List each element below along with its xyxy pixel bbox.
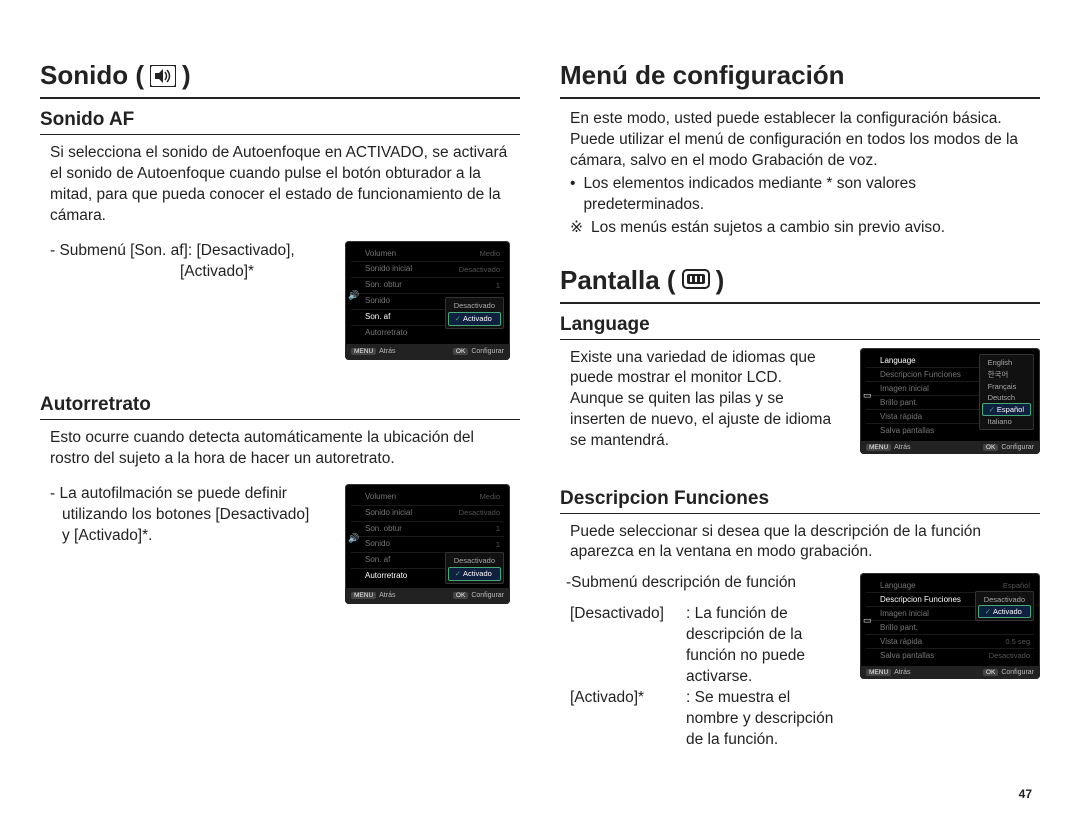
menu-config-note: ※ Los menús están sujetos a cambio sin p… xyxy=(560,218,1040,239)
bullet-icon: • xyxy=(570,174,575,216)
display-icon: ▭ xyxy=(863,615,872,626)
autorretrato-title: Autorretrato xyxy=(40,394,520,420)
lcd-popup-option: ✓Español xyxy=(982,403,1031,416)
pantalla-title-close: ) xyxy=(716,265,725,296)
lcd-popup-option: ✓Activado xyxy=(448,567,501,581)
left-column: Sonido ( ) Sonido AF Si selecciona el so… xyxy=(40,60,520,751)
lcd-language: ▭ LanguageDescripcion FuncionesImagen in… xyxy=(860,348,1040,454)
sonido-af-body: Si selecciona el sonido de Autoenfoque e… xyxy=(40,143,520,227)
page-number: 47 xyxy=(1019,787,1032,801)
lcd-footer: MENUAtrás OKConfigurar xyxy=(345,588,510,604)
sonido-title-close: ) xyxy=(182,60,191,91)
lcd-popup-option: Desactivado xyxy=(978,594,1031,605)
sound-icon: 🔊 xyxy=(348,289,359,301)
lcd-popup: English한국어FrançaisDeutsch✓EspañolItalian… xyxy=(979,354,1034,430)
lcd-menu-row: Sonido inicialDesactivado xyxy=(351,505,504,521)
autorretrato-submenu: - La autofilmación se puede definir util… xyxy=(50,484,331,547)
lcd-menu-row: VolumenMedio xyxy=(351,247,504,262)
lcd-menu-row: Sonido inicialDesactivado xyxy=(351,261,504,277)
autorretrato-body: Esto ocurre cuando detecta automáticamen… xyxy=(40,428,520,470)
sonido-af-submenu: - Submenú [Son. af]: [Desactivado], [Act… xyxy=(50,241,331,283)
sonido-title: Sonido ( ) xyxy=(40,60,520,99)
lcd-menu-row: Salva pantallasDesactivado xyxy=(866,648,1034,662)
lcd-popup-option: Desactivado xyxy=(448,555,501,567)
lcd-popup-option: Français xyxy=(982,381,1031,392)
lcd-footer: MENUAtrás OKConfigurar xyxy=(860,666,1040,679)
sound-icon xyxy=(150,65,176,87)
lcd-menu-row: Son. obtur1 xyxy=(351,277,504,293)
sound-icon: 🔊 xyxy=(348,532,359,544)
autorretrato-sub1: - La autofilmación se puede definir xyxy=(50,484,331,505)
reference-mark-icon: ※ xyxy=(570,218,583,239)
lcd-popup: Desactivado✓Activado xyxy=(445,297,504,329)
pantalla-title: Pantalla ( ) xyxy=(560,265,1040,304)
language-body: Existe una variedad de idiomas que puede… xyxy=(560,348,846,453)
lcd-popup-option: Deutsch xyxy=(982,392,1031,403)
def-val-desactivado: : La función de descripción de la funció… xyxy=(686,604,846,688)
lcd-popup-option: Italiano xyxy=(982,416,1031,427)
def-val-activado: : Se muestra el nombre y descripción de … xyxy=(686,688,846,751)
sonido-af-sub2: [Activado]* xyxy=(50,262,331,283)
menu-config-body2: Puede utilizar el menú de configuración … xyxy=(560,130,1040,172)
lcd-menu-row: Vista rápida0.5 seg xyxy=(866,634,1034,648)
sonido-af-sub1: - Submenú [Son. af]: [Desactivado], xyxy=(50,241,331,262)
sonido-title-text: Sonido ( xyxy=(40,60,144,91)
display-icon: ▭ xyxy=(863,390,872,401)
autorretrato-sub2: utilizando los botones [Desactivado] xyxy=(50,505,331,526)
descripcion-body: Puede seleccionar si desea que la descri… xyxy=(560,522,1040,564)
autorretrato-sub3: y [Activado]*. xyxy=(50,526,331,547)
lcd-footer: MENUAtrás OKConfigurar xyxy=(860,441,1040,454)
lcd-popup: Desactivado✓Activado xyxy=(975,591,1034,621)
lcd-popup-option: Desactivado xyxy=(448,300,501,312)
lcd-popup: Desactivado✓Activado xyxy=(445,552,504,584)
lcd-popup-option: ✓Activado xyxy=(448,312,501,326)
pantalla-title-text: Pantalla ( xyxy=(560,265,676,296)
def-key-desactivado: [Desactivado] xyxy=(570,604,680,688)
lcd-menu-row: Brillo pant. xyxy=(866,620,1034,634)
menu-config-title: Menú de configuración xyxy=(560,60,1040,99)
lcd-popup-option: ✓Activado xyxy=(978,605,1031,618)
descripcion-subhead: -Submenú descripción de función xyxy=(560,573,846,594)
def-key-activado: [Activado]* xyxy=(570,688,680,751)
right-column: Menú de configuración En este modo, uste… xyxy=(560,60,1040,751)
lcd-popup-option: English xyxy=(982,357,1031,368)
menu-config-body1: En este modo, usted puede establecer la … xyxy=(560,109,1040,130)
lcd-menu-row: Son. obtur1 xyxy=(351,521,504,537)
descripcion-title: Descripcion Funciones xyxy=(560,488,1040,514)
lcd-menu-row: Sonido1 xyxy=(351,536,504,552)
lcd-menu-row: VolumenMedio xyxy=(351,490,504,505)
language-title: Language xyxy=(560,314,1040,340)
display-icon xyxy=(682,269,710,291)
lcd-autorretrato: 🔊 VolumenMedioSonido inicialDesactivadoS… xyxy=(345,484,510,604)
lcd-sonido-af: 🔊 VolumenMedioSonido inicialDesactivadoS… xyxy=(345,241,510,361)
menu-config-bullet: • Los elementos indicados mediante * son… xyxy=(560,174,1040,216)
descripcion-definitions: [Desactivado] : La función de descripció… xyxy=(560,604,846,750)
lcd-descripcion: ▭ LanguageEspañolDescripcion FuncionesIm… xyxy=(860,573,1040,679)
lcd-footer: MENUAtrás OKConfigurar xyxy=(345,344,510,360)
sonido-af-title: Sonido AF xyxy=(40,109,520,135)
lcd-popup-option: 한국어 xyxy=(982,368,1031,381)
